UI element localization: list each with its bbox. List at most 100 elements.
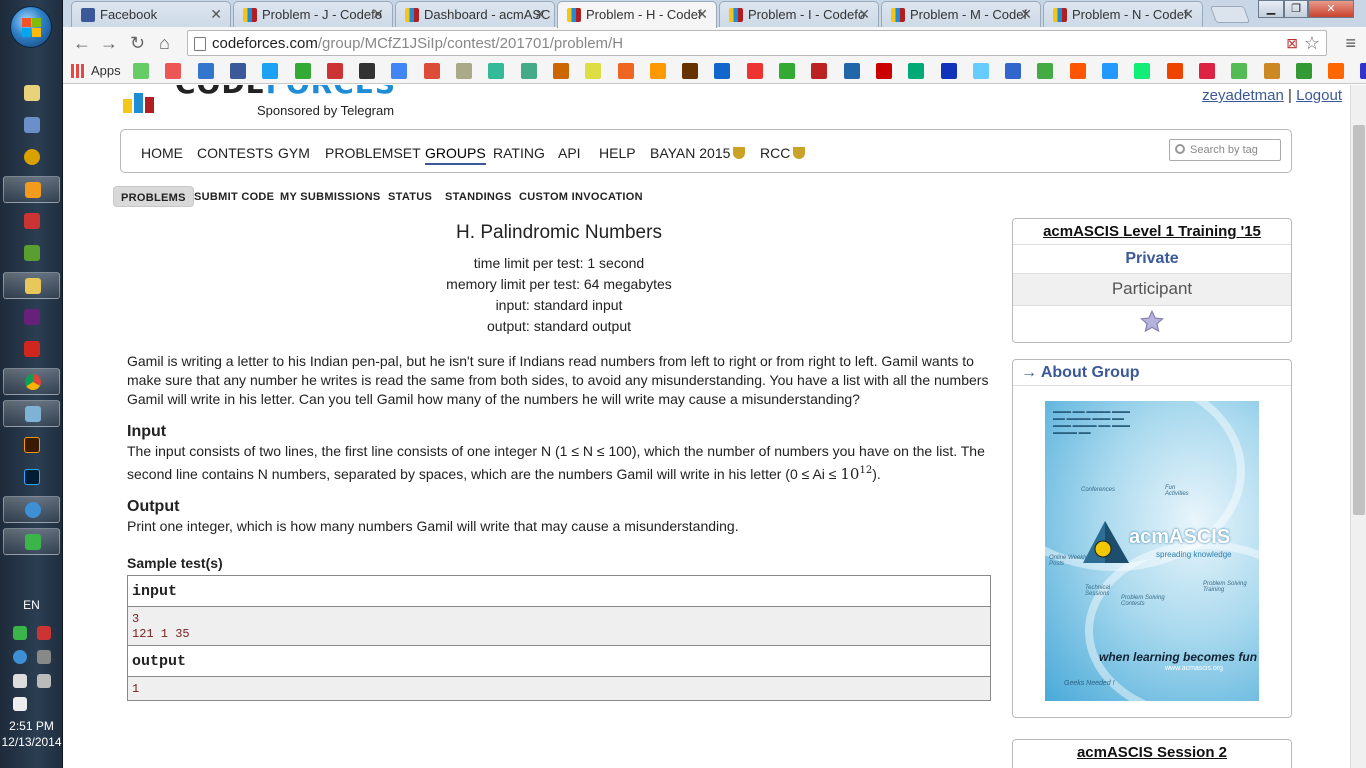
bookmark-icon[interactable]: [294, 63, 311, 79]
menu-rating[interactable]: RATING: [493, 145, 545, 161]
new-tab-button[interactable]: [1209, 6, 1251, 23]
address-bar[interactable]: codeforces.com/group/MCfZ1JSiIp/contest/…: [187, 30, 1327, 56]
taskbar-acrobat[interactable]: [3, 336, 60, 363]
bookmark-icon[interactable]: [940, 63, 957, 79]
taskbar-photoshop[interactable]: [3, 464, 60, 491]
start-button[interactable]: [10, 6, 52, 48]
forward-arrow-icon[interactable]: →: [100, 33, 118, 54]
bookmark-icon[interactable]: [520, 63, 537, 79]
bookmark-icon[interactable]: [456, 63, 472, 79]
submenu-custom-invocation[interactable]: CUSTOM INVOCATION: [512, 186, 650, 207]
bookmark-icon[interactable]: [1328, 63, 1345, 79]
bookmark-icon[interactable]: [649, 63, 666, 79]
menu-home[interactable]: HOME: [141, 145, 183, 161]
menu-api[interactable]: API: [558, 145, 581, 161]
menu-bayan[interactable]: BAYAN 2015: [650, 145, 746, 161]
bookmark-icon[interactable]: [908, 63, 925, 79]
tab-problem-i[interactable]: Problem - I - Codefo ✕: [719, 1, 879, 27]
bookmark-star-icon[interactable]: ☆: [1304, 33, 1320, 54]
bookmark-icon[interactable]: [1037, 63, 1054, 79]
next-contest-title-link[interactable]: acmASCIS Session 2: [1013, 740, 1291, 765]
menu-groups[interactable]: GROUPS: [425, 145, 486, 165]
minimize-button[interactable]: ▁: [1258, 0, 1284, 18]
bookmark-icon[interactable]: [1166, 63, 1183, 79]
submenu-standings[interactable]: STANDINGS: [438, 186, 519, 207]
bookmark-icon[interactable]: [197, 63, 214, 79]
network-tray-icon[interactable]: [13, 626, 27, 640]
bookmark-icon[interactable]: [552, 63, 569, 79]
close-icon[interactable]: ✕: [1182, 6, 1194, 23]
close-icon[interactable]: ✕: [858, 6, 870, 23]
back-arrow-icon[interactable]: ←: [73, 33, 91, 54]
bookmark-icon[interactable]: [875, 63, 892, 79]
taskbar-app-2[interactable]: [3, 112, 60, 139]
bookmark-icon[interactable]: [714, 63, 731, 79]
bookmark-icon[interactable]: [1102, 63, 1118, 79]
favourite-star-icon[interactable]: [1013, 306, 1291, 342]
bookmark-icon[interactable]: [229, 63, 246, 79]
taskbar-paint[interactable]: [3, 400, 60, 427]
close-icon[interactable]: ✕: [210, 6, 222, 23]
taskbar-player[interactable]: [3, 176, 60, 203]
maximize-button[interactable]: ❐: [1284, 0, 1308, 18]
tab-problem-m[interactable]: Problem - M - Codef ✕: [881, 1, 1041, 27]
submenu-my-submissions[interactable]: MY SUBMISSIONS: [273, 186, 388, 207]
bookmark-icon[interactable]: [262, 63, 279, 79]
tag-search-input[interactable]: Search by tag: [1169, 139, 1281, 161]
taskbar-visual-studio[interactable]: [3, 304, 60, 331]
chrome-menu-icon[interactable]: ≡: [1345, 33, 1356, 54]
submenu-problems[interactable]: PROBLEMS: [113, 186, 194, 207]
menu-problemset[interactable]: PROBLEMSET: [325, 145, 421, 161]
page-scrollbar[interactable]: [1350, 85, 1366, 768]
logout-link[interactable]: Logout: [1296, 87, 1342, 104]
bookmark-icon[interactable]: [617, 63, 634, 79]
username-link[interactable]: zeyadetman: [1202, 87, 1284, 104]
bookmark-icon[interactable]: [165, 63, 182, 79]
close-icon[interactable]: ✕: [372, 6, 384, 23]
bookmark-icon[interactable]: [1069, 63, 1086, 79]
bookmark-icon[interactable]: [1231, 63, 1248, 79]
close-icon[interactable]: ✕: [534, 6, 546, 23]
taskbar-explorer[interactable]: [3, 80, 60, 107]
display-tray-icon[interactable]: [37, 674, 51, 688]
tab-dashboard[interactable]: Dashboard - acmASC ✕: [395, 1, 555, 27]
security-tray-icon[interactable]: [37, 626, 51, 640]
bookmark-icon[interactable]: [488, 63, 505, 79]
bookmark-icon[interactable]: [1360, 63, 1366, 79]
apps-shortcut[interactable]: Apps: [71, 63, 121, 78]
scrollbar-thumb[interactable]: [1353, 125, 1365, 515]
taskbar-files[interactable]: [3, 272, 60, 299]
submenu-status[interactable]: STATUS: [381, 186, 439, 207]
close-icon[interactable]: ✕: [1020, 6, 1032, 23]
taskbar-chrome[interactable]: [3, 368, 60, 395]
bookmark-icon[interactable]: [133, 63, 149, 79]
bookmark-icon[interactable]: [779, 63, 795, 79]
taskbar-app-15[interactable]: [3, 528, 60, 555]
contest-title-link[interactable]: acmASCIS Level 1 Training '15: [1013, 219, 1291, 245]
bookmark-icon[interactable]: [359, 63, 376, 79]
reload-icon[interactable]: ↻: [130, 33, 145, 54]
taskbar-illustrator[interactable]: [3, 432, 60, 459]
power-tray-icon[interactable]: [13, 674, 27, 688]
language-indicator[interactable]: EN: [0, 598, 63, 612]
menu-contests[interactable]: CONTESTS: [197, 145, 273, 161]
sample-input[interactable]: 3 121 1 35: [128, 607, 990, 646]
bookmark-icon[interactable]: [1263, 63, 1280, 79]
tab-problem-n[interactable]: Problem - N - Codef ✕: [1043, 1, 1203, 27]
sample-output[interactable]: 1: [128, 677, 990, 700]
home-icon[interactable]: ⌂: [159, 33, 170, 54]
bookmark-icon[interactable]: [972, 63, 989, 79]
menu-help[interactable]: HELP: [599, 145, 636, 161]
taskbar-app-5[interactable]: [3, 208, 60, 235]
taskbar-app-14[interactable]: [3, 496, 60, 523]
window-close-button[interactable]: ✕: [1308, 0, 1354, 18]
bookmark-icon[interactable]: [1295, 63, 1312, 79]
close-icon[interactable]: ✕: [696, 6, 708, 23]
bookmark-icon[interactable]: [423, 63, 440, 79]
blocked-popup-icon[interactable]: ⊠: [1286, 35, 1298, 52]
submenu-submit-code[interactable]: SUBMIT CODE: [187, 186, 281, 207]
about-group-title[interactable]: → About Group: [1013, 360, 1291, 386]
tab-facebook[interactable]: Facebook ✕: [71, 1, 231, 27]
taskbar-app-6[interactable]: [3, 240, 60, 267]
bookmark-icon[interactable]: [843, 63, 860, 79]
